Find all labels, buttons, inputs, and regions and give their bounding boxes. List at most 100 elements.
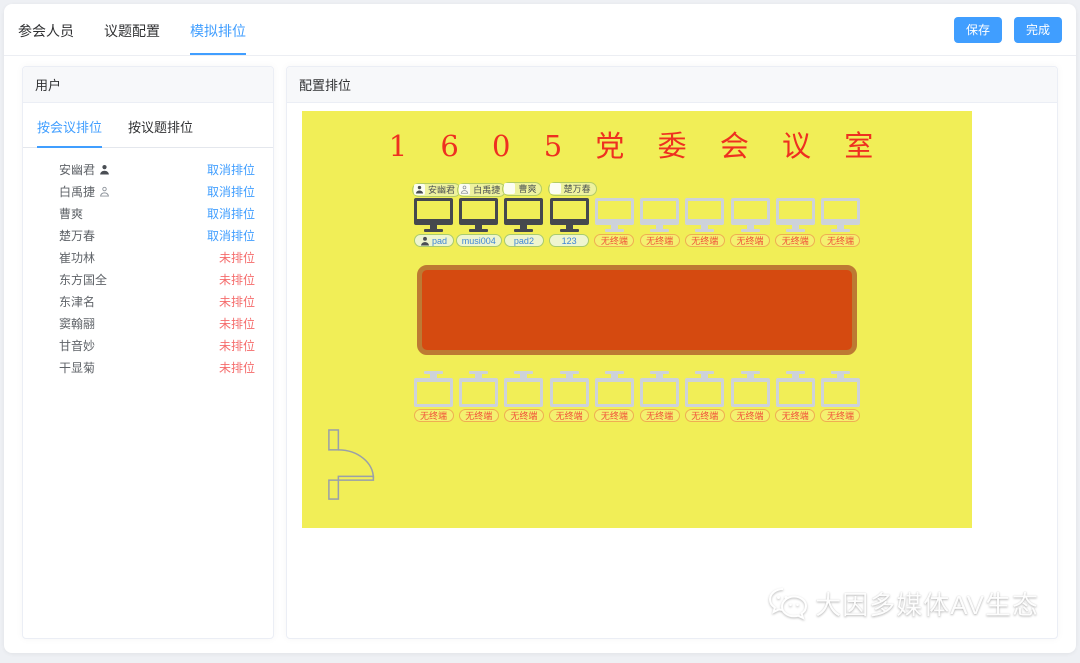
user-status-link[interactable]: 取消排位	[207, 205, 255, 222]
terminal-label: 无终端	[782, 409, 809, 422]
save-button[interactable]: 保存	[954, 17, 1002, 43]
terminal-tag: 无终端	[459, 409, 499, 422]
done-button[interactable]: 完成	[1014, 17, 1062, 43]
terminal-label: 无终端	[465, 409, 492, 422]
user-status-link[interactable]: 取消排位	[207, 183, 255, 200]
terminal-label: 123	[562, 236, 577, 246]
user-status-link[interactable]: 未排位	[219, 293, 255, 310]
box-icon	[550, 183, 561, 194]
terminal-label: 无终端	[510, 409, 537, 422]
top-tab-bar: 参会人员议题配置模拟排位	[18, 4, 246, 55]
seat-person-tag[interactable]: 白禹捷	[457, 183, 506, 197]
monitor-icon[interactable]	[504, 371, 543, 407]
terminal-tag: 无终端	[549, 409, 589, 422]
user-status-link[interactable]: 未排位	[219, 359, 255, 376]
user-status-link[interactable]: 未排位	[219, 249, 255, 266]
monitor-icon[interactable]	[414, 198, 453, 232]
conference-table	[417, 265, 857, 355]
user-status-link[interactable]: 未排位	[219, 271, 255, 288]
top-tab[interactable]: 参会人员	[18, 4, 74, 55]
seat: 无终端	[638, 371, 681, 422]
monitor-icon[interactable]	[685, 371, 724, 407]
monitor-icon[interactable]	[821, 371, 860, 407]
user-row: 干显菊未排位	[59, 356, 255, 378]
room-title: 1 6 0 5 党 委 会 议 室	[302, 111, 972, 161]
left-panel-tab[interactable]: 按会议排位	[37, 117, 102, 148]
terminal-label: 无终端	[420, 409, 447, 422]
user-name: 甘音妙	[59, 337, 95, 354]
terminal-label: 无终端	[691, 409, 718, 422]
user-status-link[interactable]: 未排位	[219, 315, 255, 332]
seat: 无终端	[774, 371, 817, 422]
monitor-icon[interactable]	[776, 198, 815, 232]
terminal-tag: 无终端	[685, 409, 725, 422]
user-list: 安幽君取消排位白禹捷取消排位曹爽取消排位楚万春取消排位崔功林未排位东方国全未排位…	[23, 148, 273, 378]
monitor-icon[interactable]	[504, 198, 543, 232]
person-filled-icon	[99, 164, 110, 175]
seating-panel: 配置排位 1 6 0 5 党 委 会 议 室 安幽君 pad 白禹捷musi004曹…	[286, 66, 1058, 639]
seat: 无终端	[774, 181, 817, 247]
monitor-icon[interactable]	[595, 371, 634, 407]
monitor-icon[interactable]	[640, 198, 679, 232]
terminal-tag: 无终端	[775, 409, 815, 422]
user-name: 窦翰翮	[59, 315, 95, 332]
user-name: 崔功林	[59, 249, 95, 266]
user-status-link[interactable]: 取消排位	[207, 227, 255, 244]
user-status-link[interactable]: 未排位	[219, 337, 255, 354]
monitor-icon[interactable]	[685, 198, 724, 232]
user-row: 楚万春 取消排位	[59, 224, 255, 246]
monitor-icon[interactable]	[459, 371, 498, 407]
person-filled-icon	[414, 184, 425, 195]
monitor-icon[interactable]	[731, 198, 770, 232]
seat: 白禹捷musi004	[457, 181, 500, 247]
seat: 无终端	[457, 371, 500, 422]
monitor-icon[interactable]	[821, 198, 860, 232]
terminal-label: 无终端	[737, 234, 764, 247]
top-tab[interactable]: 模拟排位	[190, 4, 246, 55]
monitor-icon[interactable]	[459, 198, 498, 232]
monitor-icon[interactable]	[640, 371, 679, 407]
seat: 无终端	[593, 181, 636, 247]
seat: 无终端	[729, 181, 772, 247]
left-panel-tab[interactable]: 按议题排位	[128, 117, 193, 148]
monitor-icon[interactable]	[550, 198, 589, 232]
terminal-tag: 123	[549, 234, 589, 247]
terminal-label: pad	[432, 236, 447, 246]
user-row: 崔功林 未排位	[59, 246, 255, 268]
seat: 无终端	[638, 181, 681, 247]
monitor-icon[interactable]	[550, 371, 589, 407]
seat: 无终端	[683, 371, 726, 422]
user-name: 东津名	[59, 293, 95, 310]
user-name: 楚万春	[59, 227, 95, 244]
seat: 无终端	[819, 371, 862, 422]
seat-person-slot: 安幽君	[412, 181, 461, 198]
seat-person-tag[interactable]: 安幽君	[412, 183, 461, 197]
seat: 无终端	[502, 371, 545, 422]
seat: 楚万春123	[548, 181, 591, 247]
terminal-tag: 无终端	[594, 409, 634, 422]
monitor-icon[interactable]	[776, 371, 815, 407]
monitor-icon[interactable]	[595, 198, 634, 232]
user-row: 安幽君取消排位	[59, 158, 255, 180]
bottom-seats-row: 无终端无终端无终端无终端无终端无终端无终端无终端无终端无终端	[412, 371, 862, 422]
seat-person-name: 安幽君	[428, 183, 455, 196]
person-filled-icon	[420, 236, 432, 246]
seat-person-tag[interactable]: 楚万春	[548, 182, 597, 196]
terminal-label: 无终端	[646, 409, 673, 422]
terminal-tag: 无终端	[730, 234, 770, 247]
monitor-icon[interactable]	[414, 371, 453, 407]
terminal-label: 无终端	[827, 234, 854, 247]
user-status-link[interactable]: 取消排位	[207, 161, 255, 178]
watermark: 大因多媒体AV生态	[767, 585, 1039, 622]
terminal-label: 无终端	[601, 409, 628, 422]
seat: 曹爽pad2	[502, 181, 545, 247]
user-row: 曹爽取消排位	[59, 202, 255, 224]
monitor-icon[interactable]	[731, 371, 770, 407]
person-outline-icon	[99, 186, 110, 197]
terminal-tag: 无终端	[414, 409, 454, 422]
top-tab[interactable]: 议题配置	[104, 4, 160, 55]
user-row: 甘音妙 未排位	[59, 334, 255, 356]
seat-person-tag[interactable]: 曹爽	[502, 182, 542, 196]
user-panel: 用户 按会议排位按议题排位 安幽君取消排位白禹捷取消排位曹爽取消排位楚万春取消排…	[22, 66, 274, 639]
seating-panel-title: 配置排位	[287, 67, 1057, 103]
